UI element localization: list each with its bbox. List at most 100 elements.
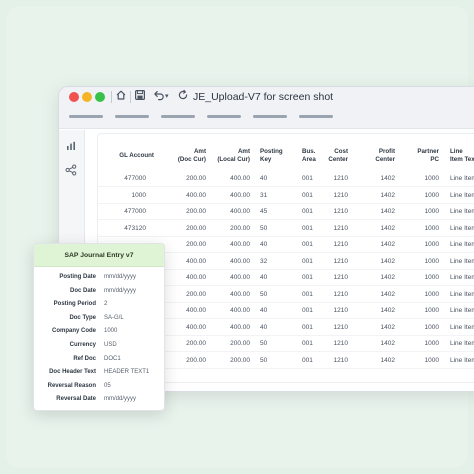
table-cell[interactable]: 1210 — [318, 258, 348, 266]
table-cell[interactable]: 40 — [260, 274, 290, 282]
table-cell[interactable]: 1402 — [365, 241, 395, 249]
table-cell[interactable]: 400.00 — [166, 258, 206, 266]
column-header-cost-center[interactable]: Cost Center — [318, 148, 348, 163]
table-cell[interactable]: 1000 — [409, 175, 439, 183]
column-header-line-item-text[interactable]: LineItem Text — [450, 148, 474, 163]
field-value-input[interactable]: mm/dd/yyyy — [104, 274, 136, 280]
menu-item-placeholder[interactable] — [115, 115, 149, 118]
table-cell[interactable]: 477000 — [106, 175, 146, 183]
table-cell[interactable]: 1210 — [318, 241, 348, 249]
table-cell[interactable]: 1000 — [409, 324, 439, 332]
table-cell[interactable]: 200.00 — [166, 208, 206, 216]
field-value-input[interactable]: 05 — [104, 383, 111, 389]
table-cell[interactable]: 1402 — [365, 258, 395, 266]
field-value-input[interactable]: HEADER TEXT1 — [104, 369, 149, 375]
field-value-input[interactable]: DOC1 — [104, 356, 121, 362]
table-cell[interactable]: Line Item Text2 — [450, 307, 474, 315]
table-cell[interactable]: 50 — [260, 291, 290, 299]
table-cell[interactable]: 1000 — [409, 225, 439, 233]
table-cell[interactable]: Line Item Text2 — [450, 241, 474, 249]
table-cell[interactable]: Line Item Text2 — [450, 192, 474, 200]
column-header-profit-center[interactable]: Profit Center — [365, 148, 395, 163]
table-cell[interactable]: 400.00 — [210, 291, 250, 299]
table-cell[interactable]: 1000 — [409, 192, 439, 200]
table-cell[interactable]: 1210 — [318, 307, 348, 315]
maximize-window-button[interactable] — [95, 92, 105, 102]
save-icon[interactable] — [134, 89, 146, 105]
table-cell[interactable]: 200.00 — [166, 241, 206, 249]
table-cell[interactable]: Line Item Text2 — [450, 357, 474, 365]
menu-item-placeholder[interactable] — [69, 115, 103, 118]
menu-item-placeholder[interactable] — [253, 115, 287, 118]
table-cell[interactable]: Line Item Text2 — [450, 175, 474, 183]
field-value-input[interactable]: 2 — [104, 301, 107, 307]
table-cell[interactable]: 400.00 — [210, 208, 250, 216]
field-value-input[interactable]: mm/dd/yyyy — [104, 288, 136, 294]
menu-item-placeholder[interactable] — [207, 115, 241, 118]
table-cell[interactable]: 1210 — [318, 208, 348, 216]
table-cell[interactable]: 1210 — [318, 175, 348, 183]
table-cell[interactable]: Line Item Text1 — [450, 208, 474, 216]
table-cell[interactable]: Line Item Text2 — [450, 225, 474, 233]
field-value-input[interactable]: USD — [104, 342, 117, 348]
table-cell[interactable]: 40 — [260, 324, 290, 332]
table-cell[interactable]: 400.00 — [210, 258, 250, 266]
table-cell[interactable]: 50 — [260, 225, 290, 233]
table-cell[interactable]: 1402 — [365, 192, 395, 200]
table-cell[interactable]: Line Item Text2 — [450, 258, 474, 266]
table-cell[interactable]: 400.00 — [166, 192, 206, 200]
table-cell[interactable]: 200.00 — [210, 225, 250, 233]
table-cell[interactable]: Line Item Text2 — [450, 324, 474, 332]
table-cell[interactable]: 1402 — [365, 225, 395, 233]
column-header-posting-key[interactable]: Posting Key — [260, 148, 290, 163]
table-cell[interactable]: 1402 — [365, 357, 395, 365]
table-cell[interactable]: 400.00 — [210, 175, 250, 183]
table-cell[interactable]: 50 — [260, 357, 290, 365]
table-cell[interactable]: 1000 — [409, 307, 439, 315]
table-cell[interactable]: 1402 — [365, 291, 395, 299]
table-cell[interactable]: 1210 — [318, 192, 348, 200]
undo-icon[interactable] — [153, 89, 165, 105]
table-cell[interactable]: 400.00 — [166, 274, 206, 282]
table-cell[interactable]: 200.00 — [210, 357, 250, 365]
table-cell[interactable]: 1000 — [409, 340, 439, 348]
table-cell[interactable]: 400.00 — [210, 324, 250, 332]
bar-chart-icon[interactable] — [65, 140, 77, 155]
table-cell[interactable]: 1210 — [318, 340, 348, 348]
close-window-button[interactable] — [69, 92, 79, 102]
table-cell[interactable]: 40 — [260, 307, 290, 315]
table-cell[interactable]: 400.00 — [210, 307, 250, 315]
chevron-down-icon[interactable]: ▾ — [165, 89, 169, 105]
column-header-amt-doc-cur[interactable]: Amt (Doc Cur) — [166, 148, 206, 163]
table-cell[interactable]: 1402 — [365, 274, 395, 282]
table-cell[interactable]: 400.00 — [210, 241, 250, 249]
table-cell[interactable]: 200.00 — [166, 340, 206, 348]
table-cell[interactable]: 1000 — [409, 241, 439, 249]
table-cell[interactable]: 1210 — [318, 274, 348, 282]
table-cell[interactable]: 1210 — [318, 291, 348, 299]
table-cell[interactable]: 400.00 — [166, 324, 206, 332]
table-cell[interactable]: 400.00 — [210, 192, 250, 200]
table-cell[interactable]: 1000 — [409, 208, 439, 216]
table-cell[interactable]: 1402 — [365, 208, 395, 216]
field-value-input[interactable]: mm/dd/yyyy — [104, 396, 136, 402]
table-cell[interactable]: 40 — [260, 241, 290, 249]
menu-item-placeholder[interactable] — [299, 115, 333, 118]
table-cell[interactable]: Line Item Text2 — [450, 340, 474, 348]
table-cell[interactable]: 1402 — [365, 324, 395, 332]
share-nodes-icon[interactable] — [65, 164, 77, 179]
column-header-amt-local-cur[interactable]: Amt (Local Cur) — [210, 148, 250, 163]
table-cell[interactable]: 1402 — [365, 175, 395, 183]
table-cell[interactable]: 1000 — [409, 357, 439, 365]
table-cell[interactable]: 31 — [260, 192, 290, 200]
table-cell[interactable]: 1210 — [318, 357, 348, 365]
table-cell[interactable]: 1000 — [409, 258, 439, 266]
table-cell[interactable]: 1210 — [318, 324, 348, 332]
column-header-partner-pc[interactable]: Partner PC — [409, 148, 439, 163]
field-value-input[interactable]: 1000 — [104, 328, 117, 334]
field-value-input[interactable]: SA-G/L — [104, 315, 124, 321]
table-cell[interactable]: 50 — [260, 340, 290, 348]
table-cell[interactable]: 1402 — [365, 340, 395, 348]
table-cell[interactable]: 477000 — [106, 208, 146, 216]
table-cell[interactable]: 200.00 — [166, 225, 206, 233]
